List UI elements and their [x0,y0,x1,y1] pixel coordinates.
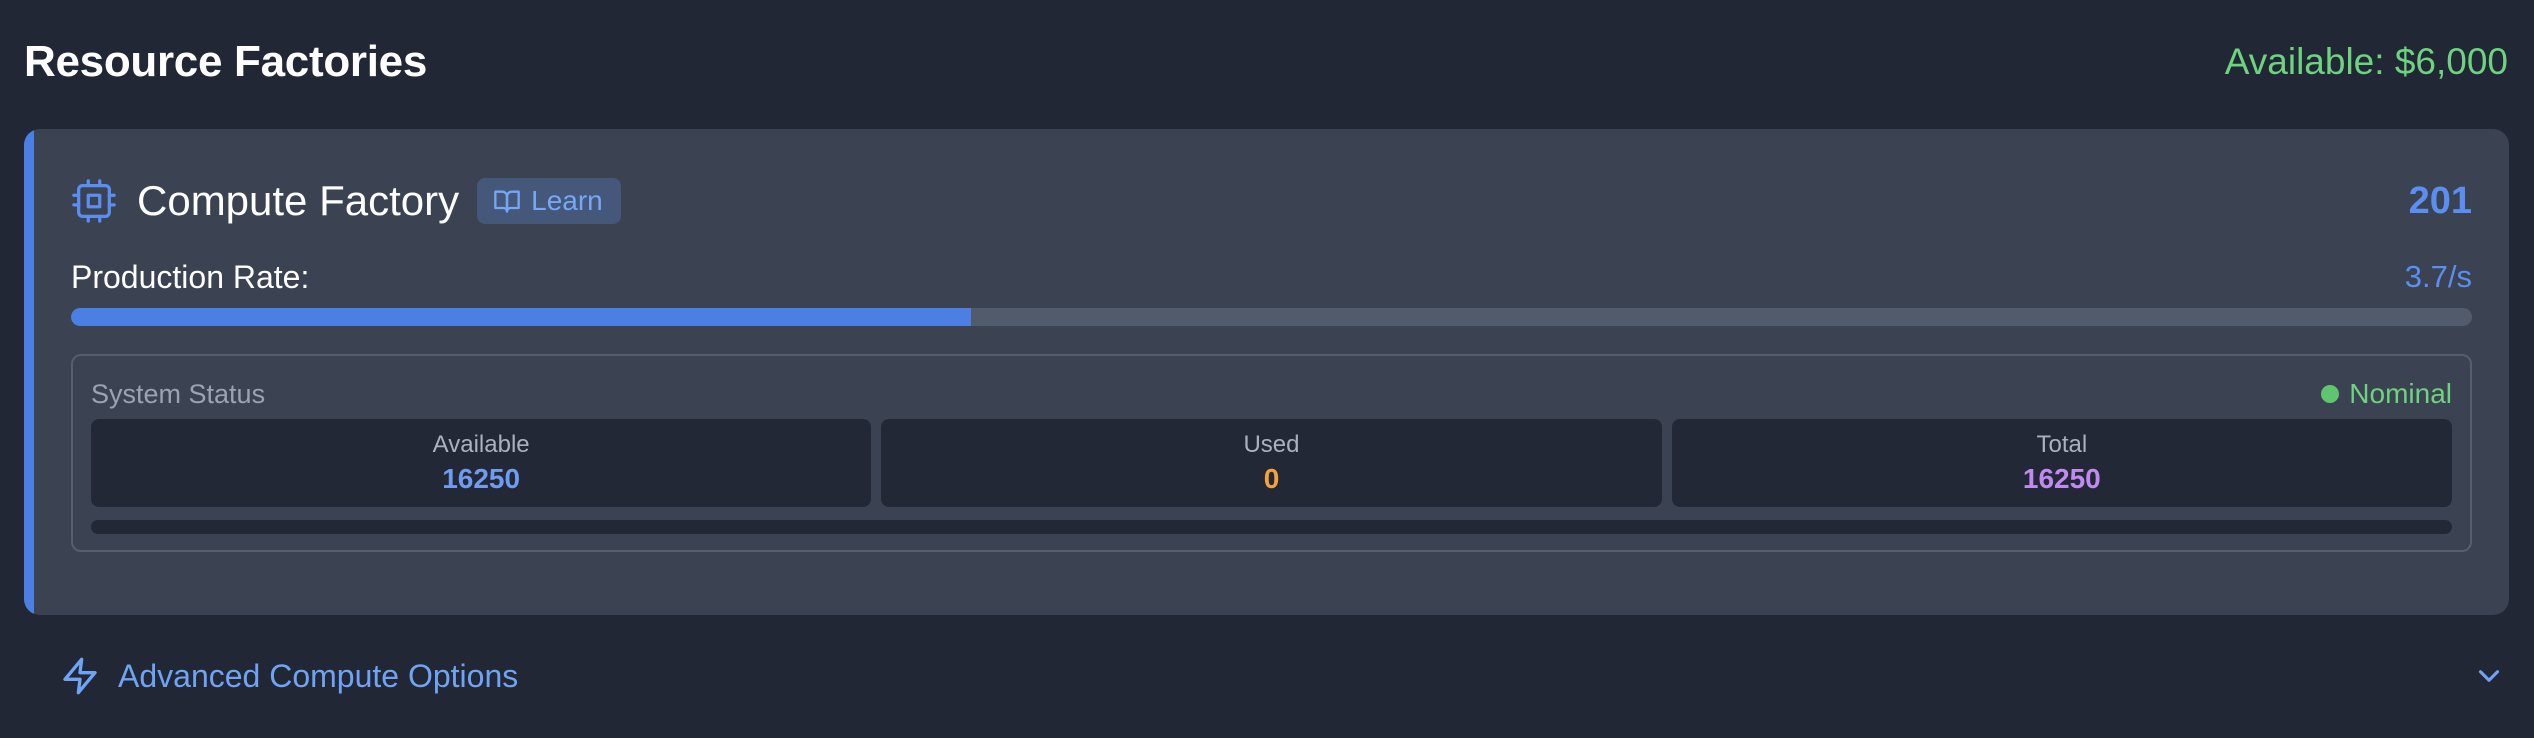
learn-button-label: Learn [531,185,603,216]
advanced-compute-options-toggle[interactable]: Advanced Compute Options [60,648,2506,704]
cpu-icon [71,178,117,224]
system-status-panel: System Status Nominal Available 16250 Us… [71,354,2472,552]
card-accent-bar [24,129,34,615]
factory-title: Compute Factory [137,177,460,224]
stat-used-label: Used [1243,431,1300,458]
system-status-label: System Status [91,378,266,409]
learn-button[interactable]: Learn [477,178,621,224]
stat-total-value: 16250 [2022,463,2101,494]
system-stats: Available 16250 Used 0 Total 16250 [91,419,2452,507]
advanced-compute-options-label: Advanced Compute Options [118,657,519,694]
production-rate-bar-fill [71,308,972,326]
compute-factory-card: Compute Factory Learn 201 Production Rat… [24,129,2509,615]
stat-total: Total 16250 [1671,419,2452,507]
system-status-header: System Status Nominal [91,376,2452,412]
stat-used: Used 0 [881,419,1662,507]
stat-total-label: Total [2036,431,2088,458]
chevron-down-icon[interactable] [2472,659,2506,693]
production-rate-value: 3.7/s [2404,259,2472,294]
book-open-icon [493,187,521,215]
usage-bar [91,520,2452,534]
factory-header: Compute Factory Learn 201 [71,173,2472,229]
available-budget: Available: $6,000 [2224,41,2508,82]
production-rate-bar [71,308,2472,326]
stat-available-value: 16250 [442,463,521,494]
system-status-indicator: Nominal [2321,378,2452,410]
system-status-state: Nominal [2349,378,2452,409]
stat-available-label: Available [432,431,530,458]
production-rate-row: Production Rate: 3.7/s [71,257,2472,297]
lightning-bolt-icon [60,656,100,696]
stat-used-value: 0 [1263,463,1280,494]
production-rate-label: Production Rate: [71,258,310,295]
status-dot-icon [2321,385,2340,403]
factory-count: 201 [2408,179,2472,222]
stat-available: Available 16250 [91,419,872,507]
page-title: Resource Factories [24,37,427,86]
page-header: Resource Factories Available: $6,000 [24,32,2508,92]
